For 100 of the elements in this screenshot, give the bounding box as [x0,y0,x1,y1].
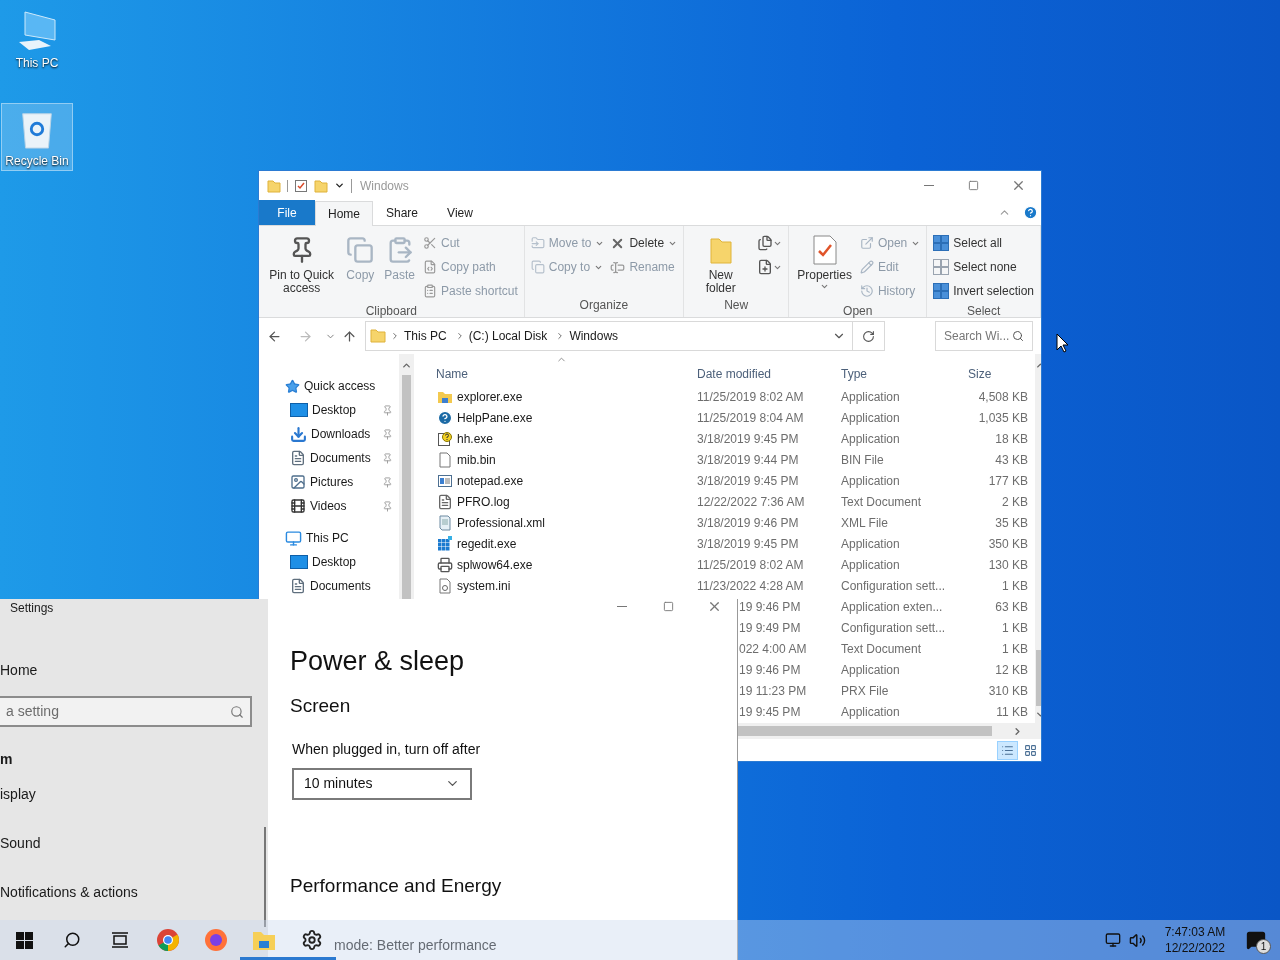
file-name: splwow64.exe [457,556,533,574]
network-icon[interactable] [1105,932,1121,948]
table-cell-text: Application [841,472,901,490]
table-cell-text: Application [841,661,901,679]
back-icon[interactable] [267,328,282,344]
table-cell-text: 350 KB [987,535,1028,553]
caret-icon [820,282,830,291]
column-header[interactable]: Type [841,365,961,383]
file-name: PFRO.log [457,493,510,511]
refresh-icon[interactable] [862,329,875,343]
table-cell-text: 19 9:46 PM [739,598,802,616]
ribbon-tab[interactable]: File [259,200,315,225]
pencil-icon [859,260,874,274]
ribbon-tab[interactable]: View [431,201,489,225]
notepad-icon [437,472,453,489]
table-cell-text: 4,508 KB [977,388,1028,406]
volume-icon[interactable] [1129,931,1146,949]
table-cell-text: 3/18/2019 9:45 PM [697,430,800,448]
task-view-icon [111,932,129,948]
breadcrumb-item[interactable]: (C:) Local Disk [468,327,548,345]
close-icon [1011,178,1026,193]
table-cell-text: Application [841,703,901,721]
nav-item[interactable]: This PC [259,526,399,550]
ribbon-tab[interactable]: Home [315,201,373,226]
nav-item[interactable]: Desktop [259,550,399,574]
details-view-button[interactable] [997,740,1018,760]
nav-item[interactable]: Desktop [259,398,399,422]
ribbon-button[interactable]: Pin to Quick access [265,230,339,295]
table-cell-text: 310 KB [987,682,1028,700]
nav-item[interactable]: Pictures [259,470,399,494]
nav-item[interactable]: Videos [259,494,399,518]
search-icon [230,704,244,719]
gear-icon [301,929,323,951]
breadcrumb-item[interactable]: Windows [569,327,619,345]
open-icon [859,236,874,250]
settings-file-icon [437,577,453,594]
search-field[interactable]: Search Wi... [935,321,1033,351]
table-cell-text: 11 KB [995,703,1028,721]
table-cell-text: 1 KB [1001,619,1028,637]
scroll-up-icon[interactable] [401,360,412,371]
ribbon-button[interactable]: Invert selection [933,280,1034,302]
ribbon-button[interactable]: New folder [690,230,752,295]
copy-icon [530,260,545,274]
nav-item[interactable]: isplay [0,784,36,805]
up-icon[interactable] [342,328,357,344]
search-icon [1012,330,1024,342]
table-cell-text: 11/25/2019 8:02 AM [697,556,805,574]
checkmark-page-icon[interactable] [294,178,308,193]
table-cell-text: Application [841,388,901,406]
dropdown[interactable]: 10 minutes [292,767,472,800]
file-name: hh.exe [457,430,494,448]
nav-item[interactable]: Documents [259,574,399,598]
table-cell-text: Configuration sett... [841,619,947,637]
setting-label: mode: Better performance [334,936,497,955]
nav-item[interactable]: Downloads [259,422,399,446]
nav-item[interactable]: Home [0,660,38,681]
ribbon-tab[interactable]: Share [373,201,431,225]
table-cell-text: 1 KB [1001,577,1028,595]
table-cell-text: 3/18/2019 9:45 PM [697,535,800,553]
ribbon-button[interactable]: Properties [795,230,854,291]
search-field[interactable]: a setting [0,696,252,727]
ribbon-button[interactable]: Select all [933,232,1034,254]
clock[interactable]: 7:47:03 AM 12/22/2022 [1158,924,1232,956]
table-cell-text: 130 KB [987,556,1028,574]
nav-item[interactable]: Sound [0,833,41,854]
column-header[interactable]: Name [436,365,697,383]
folder-icon [370,328,386,344]
details-view-icon [1001,743,1014,757]
tiles-view-icon[interactable] [1024,743,1037,757]
nav-item[interactable]: Notifications & actions [0,882,138,903]
pin-icon [382,404,393,416]
help-icon[interactable] [1023,205,1038,220]
nav-item[interactable]: Documents [259,446,399,470]
nav-item[interactable]: Quick access [259,374,399,398]
maximize-icon [662,600,674,612]
breadcrumb-item[interactable]: This PC [404,327,447,345]
column-header[interactable]: Size [961,365,1035,383]
ribbon-button[interactable]: Delete [610,232,678,254]
move-icon [530,236,545,250]
table-cell-text: 19 9:45 PM [739,703,802,721]
document-icon [290,578,306,594]
shortcut-icon [423,284,437,298]
column-header[interactable]: Date modified [697,365,841,383]
ribbon-button[interactable]: Select none [933,256,1034,278]
caret-icon[interactable] [334,180,345,191]
help-icon [437,409,453,426]
file-name: Professional.xml [457,514,546,532]
scroll-right-icon[interactable] [1012,725,1023,737]
file-name: HelpPane.exe [457,409,533,427]
table-cell-text: Text Document [841,493,923,511]
section-heading: Performance and Energy [290,873,502,898]
chevron-icon [390,331,400,341]
table-cell-text: 3/18/2019 9:45 PM [697,472,800,490]
document-icon [290,450,306,466]
window-title: Windows [360,177,409,195]
address-bar[interactable]: This PC (C:) Local Disk Windows [365,321,885,351]
new-file-icon [757,259,774,275]
windows-logo-icon [15,931,33,949]
table-cell-text: 1,035 KB [977,409,1028,427]
group-label: Open [842,303,874,320]
